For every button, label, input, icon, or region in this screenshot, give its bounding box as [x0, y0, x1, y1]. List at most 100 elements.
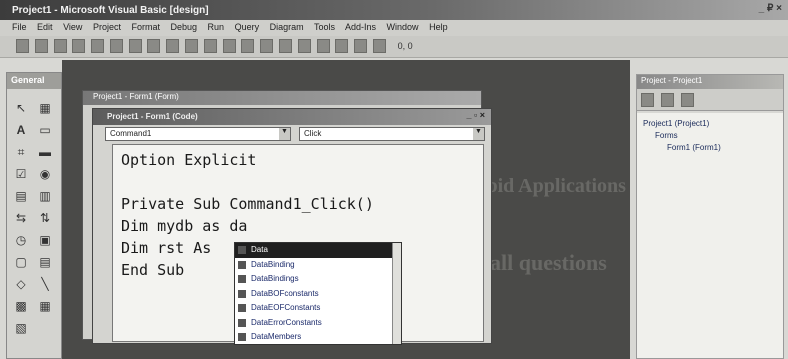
pointer-icon[interactable]: ↖: [11, 99, 31, 117]
menu-file[interactable]: File: [12, 22, 27, 32]
list-item[interactable]: DataBOFconstants: [235, 287, 401, 302]
start-icon[interactable]: [222, 39, 236, 53]
menu-run[interactable]: Run: [208, 22, 225, 32]
object-combo[interactable]: Command1 ▼: [105, 127, 291, 141]
add-form-icon[interactable]: [34, 39, 48, 53]
listbox-icon[interactable]: ▥: [35, 187, 55, 205]
list-item-label: Data: [251, 245, 268, 254]
end-icon[interactable]: [260, 39, 274, 53]
code-window-titlebar: Project1 - Form1 (Code) _ ▫ ×: [93, 109, 491, 125]
form-layout-icon[interactable]: [316, 39, 330, 53]
code-line-1: Option Explicit: [121, 151, 257, 169]
checkbox-icon[interactable]: ☑: [11, 165, 31, 183]
standard-toolbar: 0, 0: [0, 36, 788, 58]
enum-icon: [238, 289, 246, 298]
list-item-label: DataMembers: [251, 332, 302, 341]
procedure-combo-value: Click: [304, 129, 322, 138]
list-item[interactable]: DataMembers: [235, 330, 401, 345]
chevron-down-icon[interactable]: ▼: [279, 128, 290, 140]
label-icon[interactable]: A: [11, 121, 31, 139]
toolbox-icon[interactable]: [354, 39, 368, 53]
class-icon: [238, 246, 246, 254]
list-item-label: DataBindings: [251, 274, 299, 283]
menu-window[interactable]: Window: [387, 22, 419, 32]
data-view-icon[interactable]: [372, 39, 386, 53]
procedure-combo[interactable]: Click ▼: [299, 127, 485, 141]
hscroll-icon[interactable]: ⇆: [11, 209, 31, 227]
list-scrollbar[interactable]: [392, 243, 401, 344]
paste-icon[interactable]: [147, 39, 161, 53]
menu-query[interactable]: Query: [235, 22, 260, 32]
data-control-icon[interactable]: ▦: [35, 297, 55, 315]
find-icon[interactable]: [166, 39, 180, 53]
drivelist-icon[interactable]: ▣: [35, 231, 55, 249]
menu-edit[interactable]: Edit: [37, 22, 53, 32]
window-controls[interactable]: _ ₽ ×: [759, 3, 782, 14]
tree-node-project[interactable]: Project1 (Project1): [643, 119, 709, 128]
save-icon[interactable]: [91, 39, 105, 53]
code-window-title: Project1 - Form1 (Code): [107, 112, 198, 121]
code-window-controls[interactable]: _ ▫ ×: [467, 110, 485, 120]
optionbutton-icon[interactable]: ◉: [35, 165, 55, 183]
vscroll-icon[interactable]: ⇅: [35, 209, 55, 227]
project-explorer-icon[interactable]: [278, 39, 292, 53]
commandbutton-icon[interactable]: ▬: [35, 143, 55, 161]
list-item[interactable]: DataEOFConstants: [235, 301, 401, 316]
code-line-3: Private Sub Command1_Click(): [121, 195, 374, 213]
toggle-folders-icon[interactable]: [680, 93, 694, 107]
intellisense-list[interactable]: Data DataBinding DataBindings DataBOFcon…: [234, 242, 402, 345]
menu-diagram[interactable]: Diagram: [270, 22, 304, 32]
tree-node-forms[interactable]: Forms: [655, 131, 678, 140]
position-readout: 0, 0: [397, 41, 413, 51]
dirlist-icon[interactable]: ▢: [11, 253, 31, 271]
frame-icon[interactable]: ⌗: [11, 143, 31, 161]
class-icon: [238, 275, 246, 283]
window-title: Project1 - Microsoft Visual Basic [desig…: [12, 5, 209, 16]
object-browser-icon[interactable]: [335, 39, 349, 53]
chevron-down-icon[interactable]: ▼: [473, 128, 484, 140]
textbox-icon[interactable]: ▭: [35, 121, 55, 139]
list-item[interactable]: DataBindings: [235, 272, 401, 287]
menu-help[interactable]: Help: [429, 22, 448, 32]
list-item[interactable]: DataErrorConstants: [235, 316, 401, 331]
tree-node-form1[interactable]: Form1 (Form1): [667, 143, 721, 152]
combobox-icon[interactable]: ▤: [11, 187, 31, 205]
copy-icon[interactable]: [128, 39, 142, 53]
line-icon[interactable]: ╲: [35, 275, 55, 293]
image-icon[interactable]: ▩: [11, 297, 31, 315]
cut-icon[interactable]: [109, 39, 123, 53]
menu-view[interactable]: View: [63, 22, 82, 32]
add-project-icon[interactable]: [16, 39, 29, 53]
object-combo-value: Command1: [110, 129, 152, 138]
list-item-label: DataBinding: [251, 259, 295, 269]
list-item[interactable]: DataBinding: [235, 258, 401, 273]
redo-icon[interactable]: [203, 39, 217, 53]
menu-tools[interactable]: Tools: [314, 22, 335, 32]
project-tree: Project1 (Project1) Forms Form1 (Form1): [637, 113, 783, 358]
view-object-icon[interactable]: [660, 93, 674, 107]
enum-icon: [238, 304, 246, 312]
filelist-icon[interactable]: ▤: [35, 253, 55, 271]
menu-debug[interactable]: Debug: [171, 22, 198, 32]
code-line-6: End Sub: [121, 261, 185, 279]
background-subheading: all questions: [490, 250, 607, 275]
ole-icon[interactable]: ▧: [11, 319, 31, 337]
class-icon: [238, 260, 246, 269]
list-item-label: DataEOFConstants: [251, 303, 321, 312]
break-icon[interactable]: [241, 39, 255, 53]
view-code-icon[interactable]: [641, 93, 654, 107]
list-item-label: DataBOFconstants: [251, 288, 319, 298]
open-icon[interactable]: [72, 39, 86, 53]
menu-format[interactable]: Format: [131, 22, 160, 32]
app-title-bar: Project1 - Microsoft Visual Basic [desig…: [0, 0, 788, 20]
shape-icon[interactable]: ◇: [11, 275, 31, 293]
project-explorer-toolbar: [637, 89, 783, 111]
menu-project[interactable]: Project: [93, 22, 121, 32]
menu-editor-icon[interactable]: [53, 39, 67, 53]
properties-icon[interactable]: [297, 39, 311, 53]
menu-addins[interactable]: Add-Ins: [345, 22, 376, 32]
undo-icon[interactable]: [185, 39, 199, 53]
timer-icon[interactable]: ◷: [11, 231, 31, 249]
list-item[interactable]: Data: [235, 243, 401, 258]
picturebox-icon[interactable]: ▦: [35, 99, 55, 117]
